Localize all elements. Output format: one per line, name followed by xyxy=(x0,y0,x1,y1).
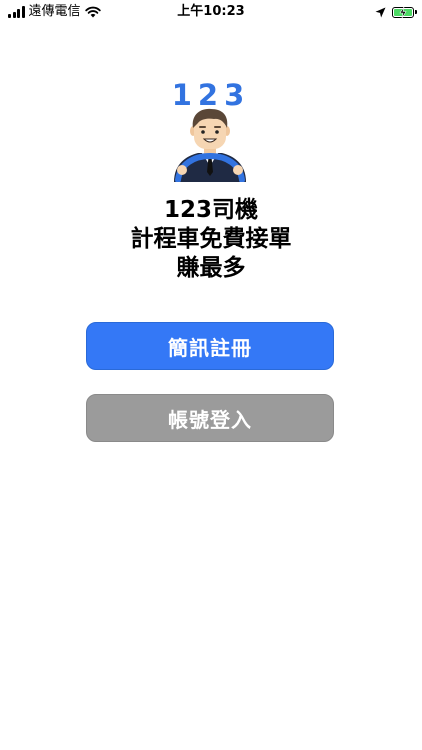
status-time: 上午10:23 xyxy=(177,4,245,19)
status-bar-right xyxy=(375,4,417,20)
sms-register-button[interactable]: 簡訊註冊 xyxy=(86,322,334,370)
headline-line-3: 賺最多 xyxy=(176,255,246,281)
charging-bolt-icon xyxy=(399,6,407,18)
account-login-button[interactable]: 帳號登入 xyxy=(86,394,334,442)
location-arrow-icon xyxy=(375,7,386,17)
headline-line-1: 123司機 xyxy=(163,197,258,223)
status-bar: 遠傳電信 上午10:23 xyxy=(0,0,422,24)
headline: 123司機 計程車免費接單 賺最多 xyxy=(0,196,422,283)
headline-line-2: 計程車免費接單 xyxy=(130,226,292,252)
battery-charging-icon xyxy=(392,6,417,18)
driver-at-wheel-icon xyxy=(174,108,246,182)
app-screen: 遠傳電信 上午10:23 123 123司機 計程車免費接單 賺最多 簡訊註冊 … xyxy=(0,0,422,750)
